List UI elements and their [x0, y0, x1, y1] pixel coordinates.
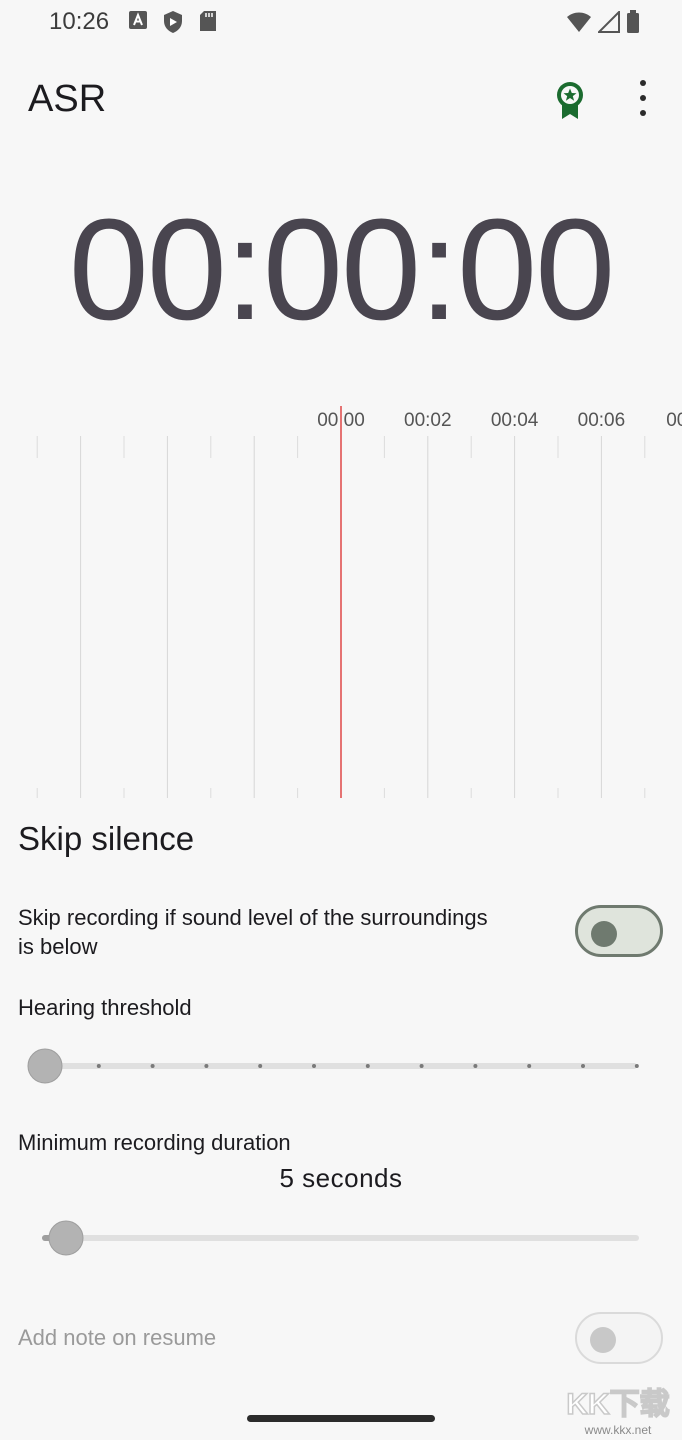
- slider-thumb: [48, 1220, 84, 1256]
- app-title: ASR: [28, 78, 107, 120]
- slider-step-dot: [150, 1064, 155, 1068]
- section-title-skip-silence: Skip silence: [18, 820, 195, 857]
- recording-timer: 00:00:00: [68, 189, 616, 350]
- slider-thumb: [27, 1048, 63, 1084]
- slider-step-dot: [204, 1064, 209, 1068]
- timeline-tick-label: 00:02: [404, 410, 452, 431]
- min-duration-label: Minimum recording duration: [18, 1130, 291, 1155]
- slider-step-dot: [312, 1064, 316, 1068]
- slider-step-dot: [581, 1064, 585, 1068]
- svg-text:www.kkx.net: www.kkx.net: [584, 1423, 652, 1437]
- more-options-icon[interactable]: [634, 80, 652, 116]
- hearing-threshold-label: Hearing threshold: [18, 995, 192, 1020]
- slider-step-dot: [527, 1064, 532, 1068]
- slider-step-dot: [96, 1064, 101, 1068]
- slider-step-dot: [634, 1064, 639, 1068]
- hearing-threshold-slider[interactable]: [27, 1046, 642, 1086]
- sd-card-icon: [200, 11, 216, 31]
- min-duration-value: 5 seconds: [279, 1163, 403, 1193]
- timeline-tick-label: 00:06: [578, 410, 626, 431]
- min-duration-slider[interactable]: [27, 1218, 642, 1258]
- skip-silence-description: Skip recording if sound level of the sur…: [18, 905, 488, 959]
- add-note-label: Add note on resume: [18, 1325, 217, 1350]
- waveform-timeline[interactable]: 00:0000:0200:0400:0600: [0, 400, 682, 800]
- status-icons-left: [128, 10, 218, 34]
- cellular-signal-icon: [598, 11, 620, 33]
- timeline-tick-label: 00:04: [491, 410, 539, 431]
- slider-step-dot: [365, 1064, 370, 1068]
- toggle-knob: [590, 1327, 616, 1353]
- slider-step-dot: [419, 1064, 424, 1068]
- status-time: 10:26: [49, 8, 110, 35]
- toggle-knob: [591, 921, 617, 947]
- battery-icon: [627, 10, 639, 33]
- keyboard-notification-icon: [129, 11, 147, 29]
- add-note-toggle[interactable]: [575, 1312, 663, 1364]
- wifi-icon: [567, 12, 591, 32]
- watermark-logo: KK下载 www.kkx.net: [566, 1387, 671, 1437]
- slider-step-dot: [473, 1064, 478, 1068]
- shield-icon: [164, 11, 182, 33]
- award-icon[interactable]: [554, 80, 586, 120]
- slider-step-dot: [258, 1064, 263, 1068]
- home-indicator[interactable]: [247, 1415, 435, 1422]
- svg-text:KK下载: KK下载: [566, 1388, 669, 1421]
- timeline-tick-label: 00: [666, 410, 682, 431]
- status-icons-right: [566, 10, 640, 34]
- skip-silence-toggle[interactable]: [575, 905, 663, 957]
- timeline-tick-labels: 00:0000:0200:0400:0600: [317, 410, 682, 431]
